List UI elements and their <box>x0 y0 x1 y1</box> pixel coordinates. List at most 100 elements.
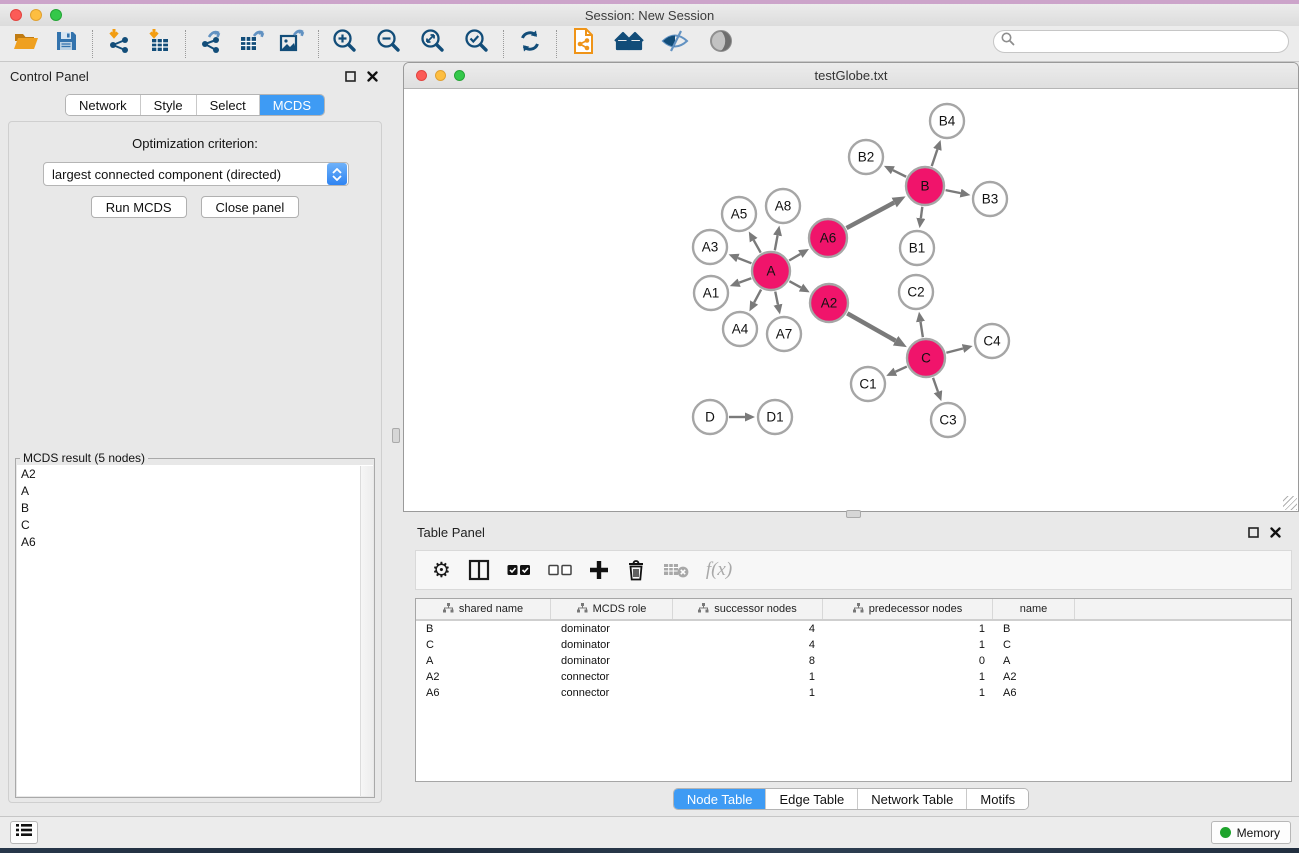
close-panel-icon[interactable] <box>364 68 380 84</box>
graph-edge-A-A5[interactable] <box>754 240 761 253</box>
apply-layout-button[interactable] <box>514 29 546 59</box>
graph-node-C2[interactable]: C2 <box>899 275 933 309</box>
graph-node-C4[interactable]: C4 <box>975 324 1009 358</box>
table-settings-gear-icon[interactable]: ⚙ <box>432 560 451 581</box>
import-network-button[interactable] <box>103 29 135 59</box>
float-panel-icon[interactable] <box>342 68 358 84</box>
float-panel-icon[interactable] <box>1245 524 1261 540</box>
import-table-button[interactable] <box>143 29 175 59</box>
result-item[interactable]: A2 <box>17 466 373 483</box>
show-hide-panels-button[interactable] <box>705 29 737 59</box>
task-history-button[interactable] <box>10 821 38 844</box>
result-item[interactable]: A6 <box>17 534 373 551</box>
open-session-button[interactable] <box>10 29 42 59</box>
select-all-icon[interactable] <box>507 563 531 577</box>
graph-edge-C-C4[interactable] <box>946 348 963 352</box>
graph-node-B4[interactable]: B4 <box>930 104 964 138</box>
column-header-shared-name[interactable]: shared name <box>416 599 551 619</box>
graph-edge-A-A1[interactable] <box>739 278 751 282</box>
graph-edge-B-B2[interactable] <box>893 170 906 177</box>
graph-edge-A-A6[interactable] <box>789 254 800 260</box>
graph-node-A[interactable]: A <box>752 252 790 290</box>
graph-node-B3[interactable]: B3 <box>973 182 1007 216</box>
column-layout-icon[interactable] <box>468 559 490 581</box>
memory-button[interactable]: Memory <box>1211 821 1291 844</box>
graph-edge-A2-C[interactable] <box>847 313 895 340</box>
divider-grip[interactable] <box>846 510 861 518</box>
new-network-file-button[interactable] <box>567 29 599 59</box>
graph-edge-A-A3[interactable] <box>738 258 752 263</box>
table-row[interactable]: A2connector11A2 <box>416 669 1291 685</box>
network-overview-button[interactable] <box>613 29 645 59</box>
graph-edge-C-C2[interactable] <box>920 322 922 338</box>
table-row[interactable]: Bdominator41B <box>416 621 1291 637</box>
graph-node-A6[interactable]: A6 <box>809 219 847 257</box>
export-network-button[interactable] <box>196 29 228 59</box>
column-header-name[interactable]: name <box>993 599 1075 619</box>
table-row[interactable]: Adominator80A <box>416 653 1291 669</box>
graph-edge-A-A8[interactable] <box>775 236 778 251</box>
result-item[interactable]: A <box>17 483 373 500</box>
export-image-button[interactable] <box>276 29 308 59</box>
graph-node-B[interactable]: B <box>906 167 944 205</box>
graph-node-A1[interactable]: A1 <box>694 276 728 310</box>
graph-node-A5[interactable]: A5 <box>722 197 756 231</box>
graph-node-C3[interactable]: C3 <box>931 403 965 437</box>
table-row[interactable]: Cdominator41C <box>416 637 1291 653</box>
close-panel-icon[interactable] <box>1267 524 1283 540</box>
graph-edge-B-B4[interactable] <box>932 149 938 166</box>
graph-node-D[interactable]: D <box>693 400 727 434</box>
graph-node-A3[interactable]: A3 <box>693 230 727 264</box>
graph-node-D1[interactable]: D1 <box>758 400 792 434</box>
add-column-icon[interactable] <box>589 560 609 580</box>
result-item[interactable]: B <box>17 500 373 517</box>
window-resize-grip[interactable] <box>1283 496 1297 510</box>
graph-node-A7[interactable]: A7 <box>767 317 801 351</box>
mcds-result-list[interactable]: A2ABCA6 <box>17 465 373 796</box>
tab-network-table[interactable]: Network Table <box>858 789 967 809</box>
result-item[interactable]: C <box>17 517 373 534</box>
save-session-button[interactable] <box>50 29 82 59</box>
tab-mcds[interactable]: MCDS <box>260 95 324 115</box>
close-panel-button[interactable]: Close panel <box>201 196 300 218</box>
column-header-predecessor-nodes[interactable]: predecessor nodes <box>823 599 993 619</box>
graph-edge-A-A7[interactable] <box>775 292 778 305</box>
graph-edge-B-B1[interactable] <box>921 207 922 218</box>
node-table[interactable]: shared nameMCDS rolesuccessor nodesprede… <box>415 598 1292 782</box>
search-field[interactable] <box>993 30 1289 53</box>
zoom-out-button[interactable] <box>373 29 405 59</box>
tab-node-table[interactable]: Node Table <box>674 789 767 809</box>
zoom-fit-button[interactable] <box>417 29 449 59</box>
graph-edge-C-C3[interactable] <box>933 378 938 392</box>
vertical-split-divider[interactable] <box>390 62 403 816</box>
graph-edge-C-C1[interactable] <box>895 367 906 372</box>
tab-edge-table[interactable]: Edge Table <box>766 789 858 809</box>
network-canvas[interactable]: B4B2BB3A8A5A6A3B1AA1C2A2A4A7C4CC1DD1C3 <box>404 90 1298 511</box>
criterion-select[interactable]: largest connected component (directed) <box>43 162 349 186</box>
graph-node-A4[interactable]: A4 <box>723 312 757 346</box>
tab-motifs[interactable]: Motifs <box>967 789 1028 809</box>
graph-edge-A-A2[interactable] <box>789 281 801 287</box>
table-row[interactable]: A6connector11A6 <box>416 685 1291 701</box>
deselect-all-icon[interactable] <box>548 563 572 577</box>
column-header-successor-nodes[interactable]: successor nodes <box>673 599 823 619</box>
zoom-in-button[interactable] <box>329 29 361 59</box>
run-mcds-button[interactable]: Run MCDS <box>91 196 187 218</box>
hide-toolbar-button[interactable] <box>659 29 691 59</box>
graph-node-B1[interactable]: B1 <box>900 231 934 265</box>
column-header-MCDS-role[interactable]: MCDS role <box>551 599 673 619</box>
export-table-button[interactable] <box>236 29 268 59</box>
graph-edge-B-B3[interactable] <box>946 190 961 193</box>
tab-network[interactable]: Network <box>66 95 141 115</box>
delete-column-icon[interactable] <box>626 559 646 581</box>
divider-grip[interactable] <box>392 428 400 443</box>
graph-node-B2[interactable]: B2 <box>849 140 883 174</box>
result-list-scrollbar[interactable] <box>360 466 373 796</box>
search-input[interactable] <box>1020 35 1288 49</box>
tab-style[interactable]: Style <box>141 95 197 115</box>
graph-node-A8[interactable]: A8 <box>766 189 800 223</box>
graph-node-C1[interactable]: C1 <box>851 367 885 401</box>
graph-edge-A6-B[interactable] <box>847 203 895 229</box>
tab-select[interactable]: Select <box>197 95 260 115</box>
graph-node-C[interactable]: C <box>907 339 945 377</box>
